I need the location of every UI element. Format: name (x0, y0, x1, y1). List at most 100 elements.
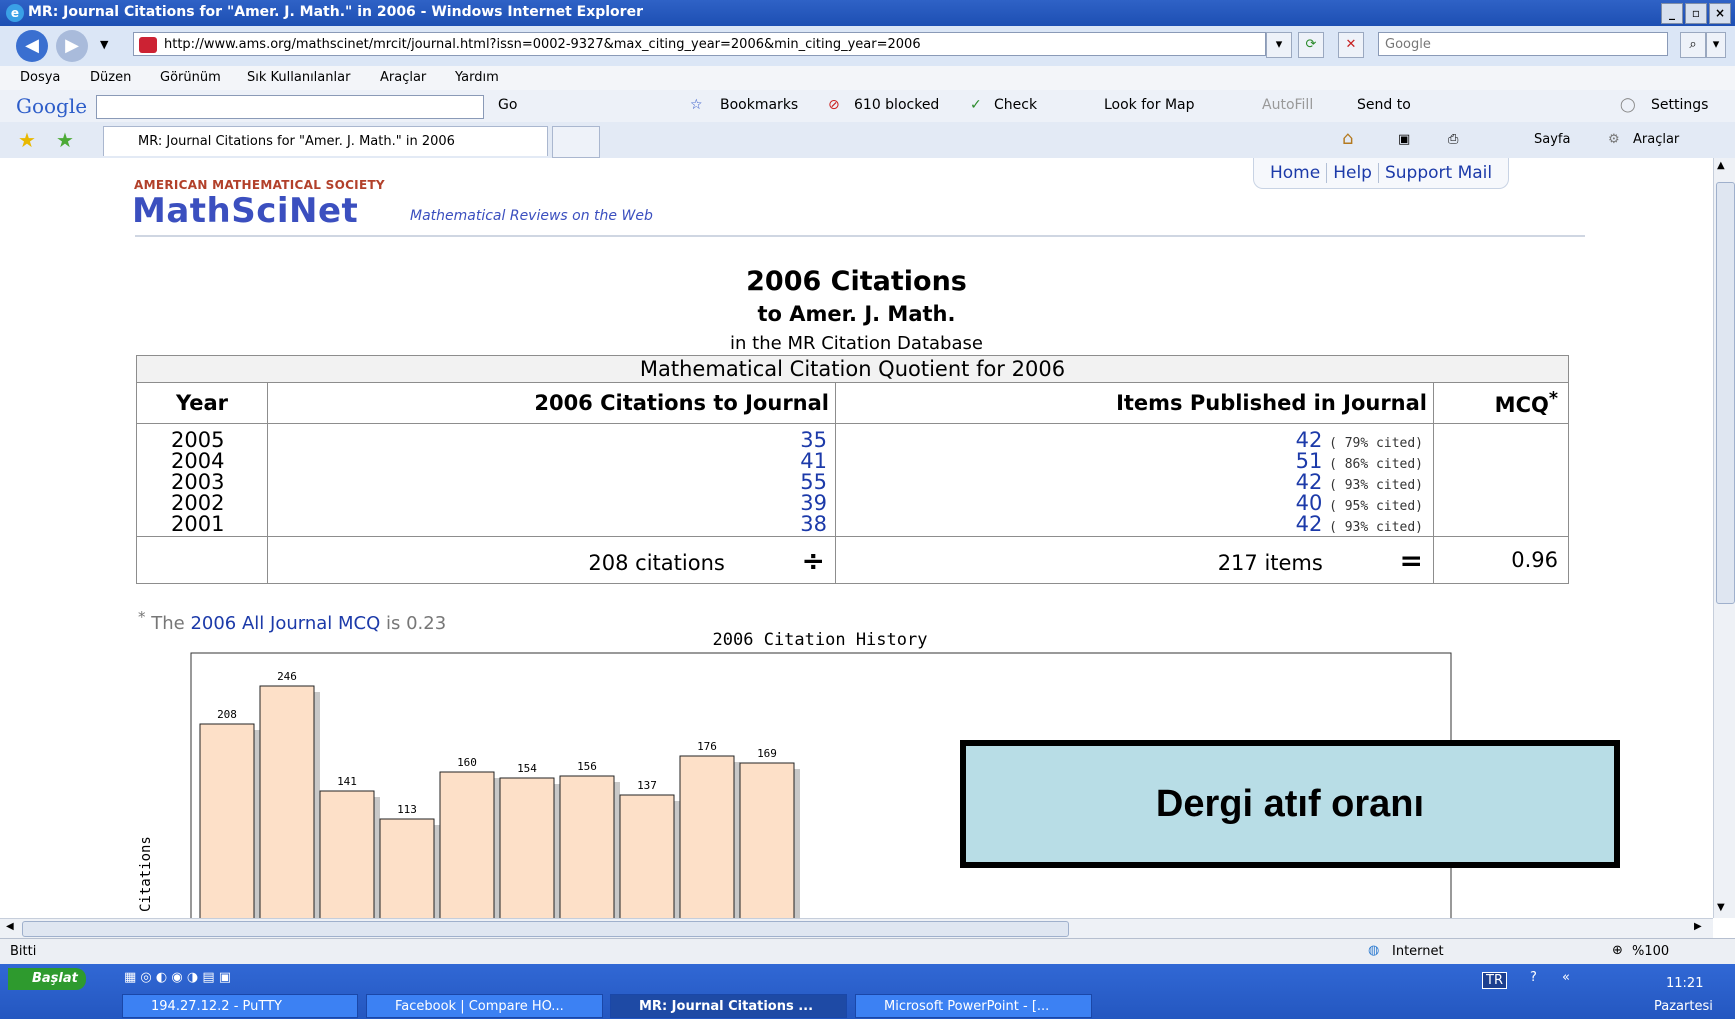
mcq-footnote-mark: * (1548, 389, 1558, 409)
bar-value-label: 154 (517, 762, 537, 775)
col-citations: 2006 Citations to Journal (267, 382, 836, 424)
favorites-star-icon[interactable]: ★ (18, 128, 36, 152)
scroll-down-icon[interactable]: ▼ (1717, 902, 1725, 913)
chart-bar (559, 775, 615, 918)
scroll-right-icon[interactable]: ▶ (1694, 921, 1702, 932)
table-row-year: 2004 (171, 449, 225, 473)
help-tray-icon[interactable]: ? (1530, 970, 1537, 985)
window-titlebar[interactable]: e MR: Journal Citations for "Amer. J. Ma… (0, 0, 1735, 26)
cited-percent: ( 93% cited) (1329, 520, 1423, 535)
search-options-icon[interactable]: ▾ (1706, 32, 1726, 58)
back-arrow-icon[interactable]: ◀ (16, 30, 48, 62)
task-putty[interactable]: 194.27.12.2 - PuTTY (122, 994, 358, 1018)
go-button[interactable]: Go (498, 97, 517, 113)
bar-value-label: 169 (757, 747, 777, 760)
bar-value-label: 137 (637, 779, 657, 792)
page-favicon-icon (139, 37, 157, 53)
home-link[interactable]: Home (1270, 163, 1320, 183)
total-items: 217 items (1217, 550, 1323, 575)
note-star: * (138, 608, 146, 626)
chart-title: 2006 Citation History (712, 630, 928, 650)
task-powerpoint[interactable]: Microsoft PowerPoint - [... (855, 994, 1092, 1018)
window-title: MR: Journal Citations for "Amer. J. Math… (28, 4, 643, 20)
help-link[interactable]: Help (1333, 163, 1372, 183)
total-citations: 208 citations (588, 550, 725, 575)
menu-file[interactable]: Dosya (20, 70, 60, 85)
menu-tools[interactable]: Araçlar (380, 70, 426, 85)
divide-sign: ÷ (801, 543, 825, 577)
print-icon[interactable]: ⎙ (1448, 132, 1458, 147)
check-button[interactable]: Check (994, 97, 1037, 113)
horizontal-scrollbar[interactable]: ◀ ▶ (0, 918, 1713, 939)
zoom-level[interactable]: %100 (1632, 944, 1669, 959)
tab-active[interactable]: MR: Journal Citations for "Amer. J. Math… (103, 126, 548, 156)
search-input[interactable]: Google (1378, 32, 1668, 56)
clock-time: 11:21 (1666, 976, 1704, 991)
language-indicator[interactable]: TR (1482, 972, 1507, 989)
cited-percent: ( 79% cited) (1329, 436, 1423, 451)
refresh-icon[interactable]: ⟳ (1298, 32, 1324, 58)
task-facebook[interactable]: Facebook | Compare HO... (366, 994, 603, 1018)
bar-value-label: 246 (277, 670, 297, 683)
journal-subtitle: to Amer. J. Math. (757, 302, 956, 326)
history-dropdown-icon[interactable]: ▼ (100, 38, 108, 51)
equals-sign: = (1399, 543, 1423, 577)
chart-bar (199, 723, 255, 918)
zoom-icon: ⊕ (1612, 943, 1623, 958)
tools-gear-icon: ⚙ (1608, 132, 1620, 147)
menu-bar: Dosya Düzen Görünüm Sık Kullanılanlar Ar… (0, 66, 1735, 90)
quicklaunch-icons[interactable]: ▦ ◎ ◐ ◉ ◑ ▤ ▣ (124, 970, 231, 985)
vertical-scrollbar[interactable]: ▲ ▼ (1713, 158, 1735, 918)
stop-icon[interactable]: ✕ (1338, 32, 1364, 58)
horizontal-scroll-thumb[interactable] (22, 921, 1069, 937)
col-year: Year (136, 382, 268, 424)
scroll-up-icon[interactable]: ▲ (1717, 160, 1725, 171)
vertical-scroll-thumb[interactable] (1716, 182, 1735, 604)
look-for-map-button[interactable]: Look for Map (1104, 97, 1195, 113)
total-citations-cell: 208 citations ÷ (267, 536, 836, 584)
tray-arrow-icon[interactable]: « (1562, 970, 1570, 985)
task-mr-journal[interactable]: MR: Journal Citations ... (610, 994, 847, 1018)
url-field[interactable]: http://www.ams.org/mathscinet/mrcit/jour… (133, 32, 1266, 56)
tab-label: MR: Journal Citations for "Amer. J. Math… (138, 134, 455, 149)
support-mail-link[interactable]: Support Mail (1385, 163, 1492, 183)
settings-button[interactable]: Settings (1651, 97, 1708, 113)
page-menu[interactable]: Sayfa (1534, 132, 1570, 147)
bar-value-label: 113 (397, 803, 417, 816)
y-axis-label: Citations (138, 836, 154, 912)
ie-logo-icon: e (6, 4, 24, 22)
mcq-body-cell (1433, 423, 1569, 537)
ams-label: AMERICAN MATHEMATICAL SOCIETY (134, 178, 385, 192)
citations-link[interactable]: 38 (800, 512, 827, 536)
minimize-button[interactable]: _ (1661, 3, 1683, 24)
start-button[interactable]: Başlat (8, 968, 86, 990)
table-row-year: 2001 (171, 512, 225, 536)
taskbar: Başlat ▦ ◎ ◐ ◉ ◑ ▤ ▣ 194.27.12.2 - PuTTY… (0, 964, 1735, 1019)
menu-help[interactable]: Yardım (455, 70, 499, 85)
google-search-box[interactable] (96, 95, 484, 119)
close-button[interactable]: × (1709, 3, 1731, 24)
search-icon[interactable]: ⌕ (1680, 32, 1706, 58)
new-tab-button[interactable] (552, 126, 600, 158)
star-icon[interactable]: ☆ (690, 97, 703, 113)
total-blank-cell (136, 536, 268, 584)
blocked-count[interactable]: 610 blocked (854, 97, 939, 113)
menu-favorites[interactable]: Sık Kullanılanlar (247, 70, 350, 85)
tools-menu[interactable]: Araçlar (1633, 132, 1679, 147)
items-link[interactable]: 42 (1296, 512, 1323, 536)
bookmarks-button[interactable]: Bookmarks (720, 97, 798, 113)
forward-arrow-icon[interactable]: ▶ (56, 30, 88, 62)
home-icon[interactable]: ⌂ (1342, 128, 1353, 149)
scroll-left-icon[interactable]: ◀ (6, 921, 14, 932)
feeds-icon[interactable]: ▣ (1398, 132, 1410, 147)
table-row-year: 2005 (171, 428, 225, 452)
clock-day: Pazartesi (1654, 999, 1713, 1014)
menu-view[interactable]: Görünüm (160, 70, 221, 85)
send-to-button[interactable]: Send to (1357, 97, 1411, 113)
add-favorite-icon[interactable]: ★ (56, 128, 74, 152)
cited-percent: ( 93% cited) (1329, 478, 1423, 493)
url-dropdown-icon[interactable]: ▾ (1266, 32, 1292, 58)
maximize-button[interactable]: ▫ (1685, 3, 1707, 24)
menu-edit[interactable]: Düzen (90, 70, 131, 85)
autofill-button[interactable]: AutoFill (1262, 97, 1313, 113)
